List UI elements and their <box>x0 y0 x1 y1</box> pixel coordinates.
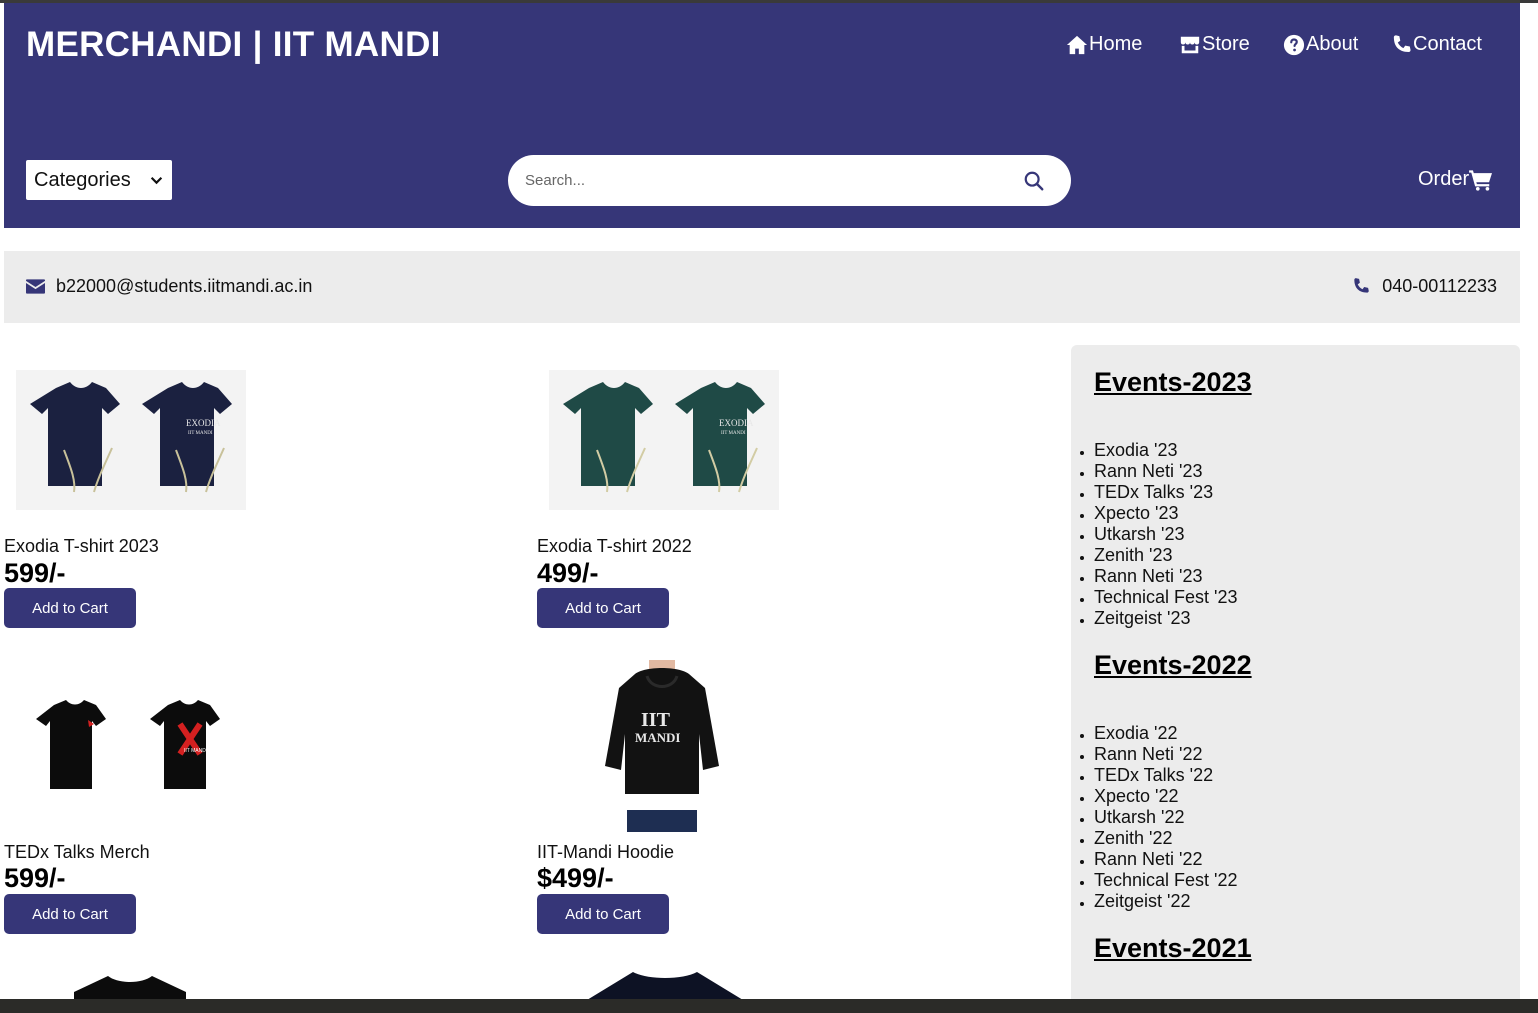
list-item[interactable]: Utkarsh '23 <box>1094 524 1238 545</box>
taskbar-edge <box>0 999 1538 1013</box>
svg-text:EXODIA: EXODIA <box>719 418 754 428</box>
product-price: 499/- <box>537 558 599 588</box>
svg-text:IIT MANDI: IIT MANDI <box>721 431 746 436</box>
svg-text:IIT MANDI: IIT MANDI <box>188 431 213 436</box>
add-to-cart-button[interactable]: Add to Cart <box>537 588 669 628</box>
email-text: b22000@students.iitmandi.ac.in <box>56 276 313 296</box>
product-card: EXODIA IIT MANDI Exodia T-shirt 2023 599… <box>4 370 524 630</box>
product-price: 599/- <box>4 558 66 588</box>
events-2021-title[interactable]: Events-2021 <box>1094 933 1252 964</box>
contact-email[interactable]: b22000@students.iitmandi.ac.in <box>26 276 312 297</box>
phone-icon <box>1393 34 1411 52</box>
store-icon <box>1180 36 1200 53</box>
phone-text: 040-00112233 <box>1382 276 1497 296</box>
product-name[interactable]: Exodia T-shirt 2023 <box>4 536 159 557</box>
events-2023-title[interactable]: Events-2023 <box>1094 367 1252 398</box>
list-item[interactable]: Technical Fest '23 <box>1094 587 1238 608</box>
product-image[interactable]: IIT MANDI <box>597 660 727 832</box>
phone-icon <box>1354 278 1369 293</box>
product-card: EXODIA IIT MANDI Exodia T-shirt 2022 499… <box>537 370 1057 630</box>
product-image-partial[interactable] <box>70 970 190 1000</box>
nav-home-label: Home <box>1089 33 1143 55</box>
contact-phone[interactable]: 040-00112233 <box>1351 276 1497 297</box>
nav-home[interactable]: Home <box>1066 33 1142 56</box>
search-icon[interactable] <box>1023 170 1045 192</box>
order-cart-button[interactable]: Order <box>1418 168 1493 191</box>
product-image[interactable]: IIT MANDI <box>16 660 246 832</box>
list-item[interactable]: Utkarsh '22 <box>1094 807 1238 828</box>
product-price: $499/- <box>537 863 614 893</box>
events-2023-list: Exodia '23 Rann Neti '23 TEDx Talks '23 … <box>1094 440 1238 629</box>
list-item[interactable]: Technical Fest '22 <box>1094 870 1238 891</box>
cart-icon <box>1469 169 1493 191</box>
list-item[interactable]: TEDx Talks '22 <box>1094 765 1238 786</box>
categories-label: Categories <box>34 168 131 191</box>
categories-dropdown[interactable]: Categories <box>26 160 172 200</box>
site-header: MERCHANDI | IIT MANDI Home Store About C… <box>4 3 1520 228</box>
product-image[interactable]: EXODIA IIT MANDI <box>549 370 779 510</box>
product-image-partial[interactable] <box>585 965 745 1000</box>
svg-text:IIT: IIT <box>641 709 671 731</box>
list-item[interactable]: Zeitgeist '23 <box>1094 608 1238 629</box>
svg-text:IIT MANDI: IIT MANDI <box>184 748 207 754</box>
list-item[interactable]: TEDx Talks '23 <box>1094 482 1238 503</box>
list-item[interactable]: Rann Neti '22 <box>1094 744 1238 765</box>
list-item[interactable]: Xpecto '23 <box>1094 503 1238 524</box>
product-card: IIT MANDI IIT-Mandi Hoodie $499/- Add to… <box>537 660 1057 940</box>
list-item[interactable]: Zenith '22 <box>1094 828 1238 849</box>
svg-text:EXODIA: EXODIA <box>186 418 221 428</box>
list-item[interactable]: Zenith '23 <box>1094 545 1238 566</box>
list-item[interactable]: Exodia '23 <box>1094 440 1238 461</box>
product-name[interactable]: IIT-Mandi Hoodie <box>537 842 674 863</box>
add-to-cart-button[interactable]: Add to Cart <box>537 894 669 934</box>
list-item[interactable]: Xpecto '22 <box>1094 786 1238 807</box>
product-name[interactable]: Exodia T-shirt 2022 <box>537 536 692 557</box>
events-sidebar: Events-2023 Exodia '23 Rann Neti '23 TED… <box>1071 345 1520 1013</box>
list-item[interactable]: Rann Neti '23 <box>1094 566 1238 587</box>
nav-contact-label: Contact <box>1413 33 1482 55</box>
nav-about-label: About <box>1306 33 1359 55</box>
svg-text:MANDI: MANDI <box>635 730 681 745</box>
list-item[interactable]: Exodia '22 <box>1094 723 1238 744</box>
add-to-cart-button[interactable]: Add to Cart <box>4 588 136 628</box>
product-name[interactable]: TEDx Talks Merch <box>4 842 150 863</box>
product-price: 599/- <box>4 863 66 893</box>
list-item[interactable]: Rann Neti '23 <box>1094 461 1238 482</box>
product-card: IIT MANDI TEDx Talks Merch 599/- Add to … <box>4 660 524 940</box>
home-icon <box>1066 35 1088 54</box>
list-item[interactable]: Rann Neti '22 <box>1094 849 1238 870</box>
search-box <box>508 155 1071 206</box>
chevron-down-icon <box>150 177 163 185</box>
list-item[interactable]: Zeitgeist '22 <box>1094 891 1238 912</box>
add-to-cart-button[interactable]: Add to Cart <box>4 894 136 934</box>
events-2022-title[interactable]: Events-2022 <box>1094 650 1252 681</box>
nav-store-label: Store <box>1202 33 1250 55</box>
nav-contact[interactable]: Contact <box>1390 33 1482 56</box>
brand-title[interactable]: MERCHANDI | IIT MANDI <box>26 25 441 65</box>
product-image[interactable]: EXODIA IIT MANDI <box>16 370 246 510</box>
order-label: Order <box>1418 168 1470 190</box>
envelope-icon <box>26 279 45 294</box>
events-2022-list: Exodia '22 Rann Neti '22 TEDx Talks '22 … <box>1094 723 1238 912</box>
question-circle-icon <box>1283 34 1305 55</box>
search-input[interactable] <box>525 155 1005 206</box>
nav-store[interactable]: Store <box>1179 33 1250 56</box>
nav-about[interactable]: About <box>1283 33 1358 56</box>
contact-bar: b22000@students.iitmandi.ac.in 040-00112… <box>4 251 1520 323</box>
